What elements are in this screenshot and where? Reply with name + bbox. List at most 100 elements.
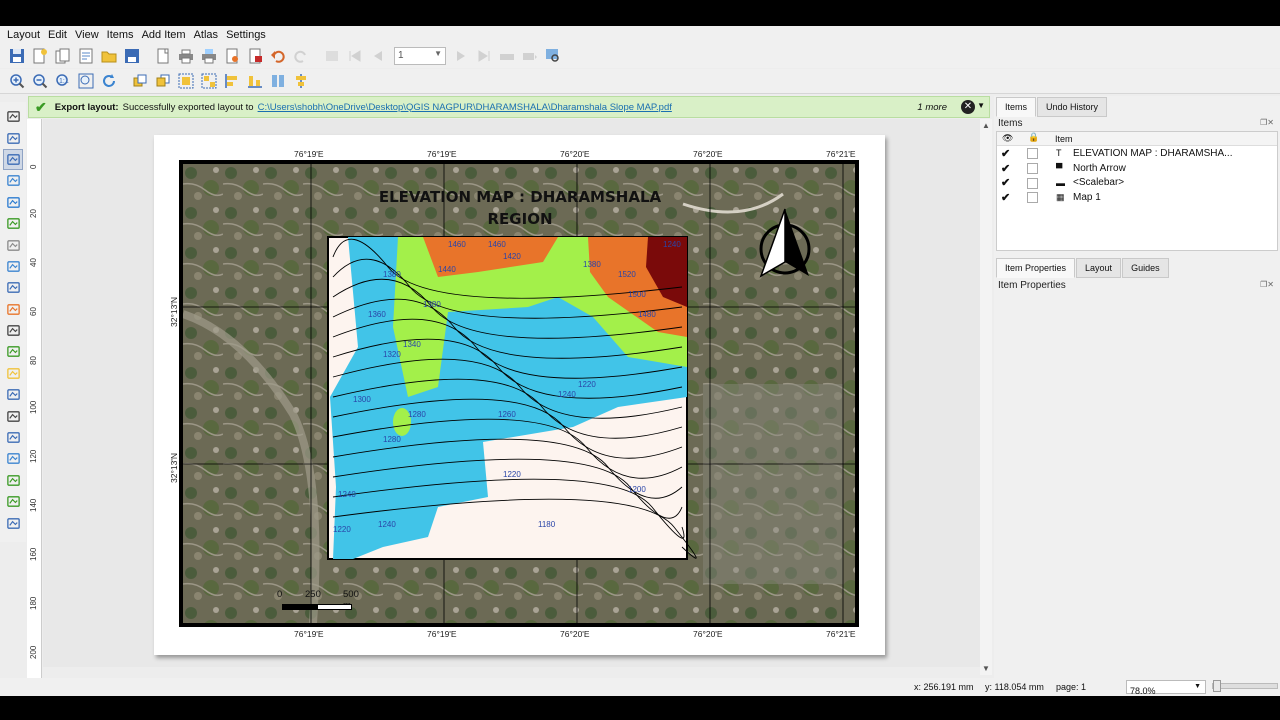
layout-item-row[interactable]: ✔ ▬ <Scalebar> xyxy=(997,176,1277,191)
select-move-icon[interactable] xyxy=(3,148,23,171)
duplicate-layout-icon[interactable] xyxy=(52,45,74,67)
visible-checkbox[interactable]: ✔ xyxy=(1001,147,1010,160)
add-marker-icon[interactable] xyxy=(3,384,23,405)
align-center-icon[interactable] xyxy=(290,70,312,92)
open-template-icon[interactable] xyxy=(98,45,120,67)
add-html-icon[interactable] xyxy=(3,448,23,469)
layout-item-row[interactable]: ✔ T ELEVATION MAP : DHARAMSHA... xyxy=(997,146,1277,161)
export-pdf-icon[interactable] xyxy=(244,45,266,67)
page-setup-icon[interactable] xyxy=(152,45,174,67)
lock-checkbox[interactable] xyxy=(1027,162,1038,174)
atlas-print-icon[interactable] xyxy=(496,45,518,67)
new-layout-icon[interactable] xyxy=(29,45,51,67)
chevron-down-icon[interactable]: ▼ xyxy=(977,101,985,110)
add-fixed-table-icon[interactable] xyxy=(3,491,23,512)
lock-checkbox[interactable] xyxy=(1027,148,1038,159)
menu-layout[interactable]: Layout xyxy=(3,29,44,41)
pan-icon[interactable] xyxy=(3,106,23,127)
visible-checkbox[interactable]: ✔ xyxy=(1001,162,1010,175)
contour-label: 1220 xyxy=(578,380,596,389)
layout-canvas[interactable]: 1460 1460 1420 1440 1380 1380 1360 1340 1320 1300… xyxy=(43,119,980,667)
zoom-in-icon[interactable] xyxy=(6,70,28,92)
layout-item-name: Map 1 xyxy=(1073,192,1101,204)
add-north-arrow-icon[interactable] xyxy=(3,341,23,362)
atlas-page-select[interactable]: 1 ▼ xyxy=(394,46,446,65)
add-map-icon[interactable] xyxy=(3,213,23,234)
atlas-export-icon[interactable] xyxy=(519,45,541,67)
add-picture-icon[interactable] xyxy=(3,256,23,277)
menu-settings[interactable]: Settings xyxy=(222,29,270,41)
add-shape-icon[interactable] xyxy=(3,363,23,384)
save-template-icon[interactable] xyxy=(121,45,143,67)
tab-item-properties[interactable]: Item Properties xyxy=(996,258,1076,278)
resize-icon[interactable] xyxy=(267,70,289,92)
align-left-icon[interactable] xyxy=(221,70,243,92)
scroll-up-icon[interactable]: ▲ xyxy=(982,121,990,130)
add-label-icon[interactable] xyxy=(3,277,23,298)
refresh-icon[interactable] xyxy=(98,70,120,92)
add-scalebar-icon[interactable] xyxy=(3,320,23,341)
export-path-link[interactable]: C:\Users\shobh\OneDrive\Desktop\QGIS NAG… xyxy=(258,102,672,113)
tab-undo-history[interactable]: Undo History xyxy=(1037,97,1108,117)
add-polyline-icon[interactable] xyxy=(3,427,23,448)
map-item[interactable]: 1460 1460 1420 1440 1380 1380 1360 1340 1320 1300… xyxy=(183,164,855,623)
ungroup-items-icon[interactable] xyxy=(198,70,220,92)
layout-item-row[interactable]: ✔ ▦ Map 1 xyxy=(997,190,1277,205)
lock-checkbox[interactable] xyxy=(1027,177,1038,189)
first-feature-icon[interactable] xyxy=(344,45,366,67)
menu-edit[interactable]: Edit xyxy=(44,29,71,41)
tab-guides[interactable]: Guides xyxy=(1122,258,1169,278)
export-image-icon[interactable] xyxy=(198,45,220,67)
lower-items-icon[interactable] xyxy=(152,70,174,92)
export-svg-icon[interactable] xyxy=(221,45,243,67)
add-attribute-table-icon[interactable] xyxy=(3,470,23,491)
menu-items[interactable]: Items xyxy=(103,29,138,41)
close-icon[interactable]: ✕ xyxy=(961,100,975,114)
tab-items[interactable]: Items xyxy=(996,97,1037,117)
lock-checkbox[interactable] xyxy=(1027,192,1038,204)
add-arrow-icon[interactable] xyxy=(3,405,23,426)
grid-coord-top: 76°20'E xyxy=(560,149,590,159)
tab-layout[interactable]: Layout xyxy=(1076,258,1122,278)
map-title[interactable]: ELEVATION MAP : DHARAMSHALA REGION xyxy=(333,186,707,230)
menu-add-item[interactable]: Add Item xyxy=(138,29,190,41)
add-3d-map-icon[interactable] xyxy=(3,234,23,255)
raise-items-icon[interactable] xyxy=(129,70,151,92)
zoom-out-icon[interactable] xyxy=(29,70,51,92)
print-icon[interactable] xyxy=(175,45,197,67)
scalebar[interactable]: 0 250 500 m xyxy=(277,589,369,623)
zoom-tool-icon[interactable] xyxy=(3,127,23,148)
group-items-icon[interactable] xyxy=(175,70,197,92)
redo-icon[interactable] xyxy=(290,45,312,67)
ruler-label: 140 xyxy=(29,498,38,512)
items-list-header: 👁 🔒 Item xyxy=(997,132,1277,146)
atlas-settings-icon[interactable] xyxy=(321,45,343,67)
add-elevation-profile-icon[interactable] xyxy=(3,512,23,533)
move-content-icon[interactable] xyxy=(3,170,23,191)
more-messages-link[interactable]: 1 more xyxy=(917,102,947,113)
visible-checkbox[interactable]: ✔ xyxy=(1001,176,1010,189)
previous-feature-icon[interactable] xyxy=(367,45,389,67)
add-legend-icon[interactable] xyxy=(3,299,23,320)
edit-nodes-icon[interactable] xyxy=(3,192,23,213)
align-distribute-icon[interactable] xyxy=(244,70,266,92)
layout-item-row[interactable]: ✔ ▀ North Arrow xyxy=(997,161,1277,176)
menu-atlas[interactable]: Atlas xyxy=(190,29,222,41)
panel-float-close-icon[interactable]: ❐✕ xyxy=(1260,280,1274,289)
next-feature-icon[interactable] xyxy=(450,45,472,67)
zoom-slider[interactable] xyxy=(1212,680,1278,692)
zoom-select[interactable]: 78.0% ▼ xyxy=(1126,680,1206,696)
visible-checkbox[interactable]: ✔ xyxy=(1001,191,1010,204)
scroll-down-icon[interactable]: ▼ xyxy=(982,664,990,673)
panel-float-close-icon[interactable]: ❐✕ xyxy=(1260,118,1274,127)
zoom-actual-icon[interactable]: 1:1 xyxy=(52,70,74,92)
zoom-full-icon[interactable] xyxy=(75,70,97,92)
layout-manager-icon[interactable] xyxy=(75,45,97,67)
atlas-zoom-icon[interactable] xyxy=(542,45,564,67)
canvas-scrollbar[interactable]: ▲ ▼ xyxy=(980,119,992,675)
undo-icon[interactable] xyxy=(267,45,289,67)
save-icon[interactable] xyxy=(6,45,28,67)
menu-view[interactable]: View xyxy=(71,29,103,41)
zoom-slider-thumb[interactable] xyxy=(1213,680,1221,692)
last-feature-icon[interactable] xyxy=(473,45,495,67)
